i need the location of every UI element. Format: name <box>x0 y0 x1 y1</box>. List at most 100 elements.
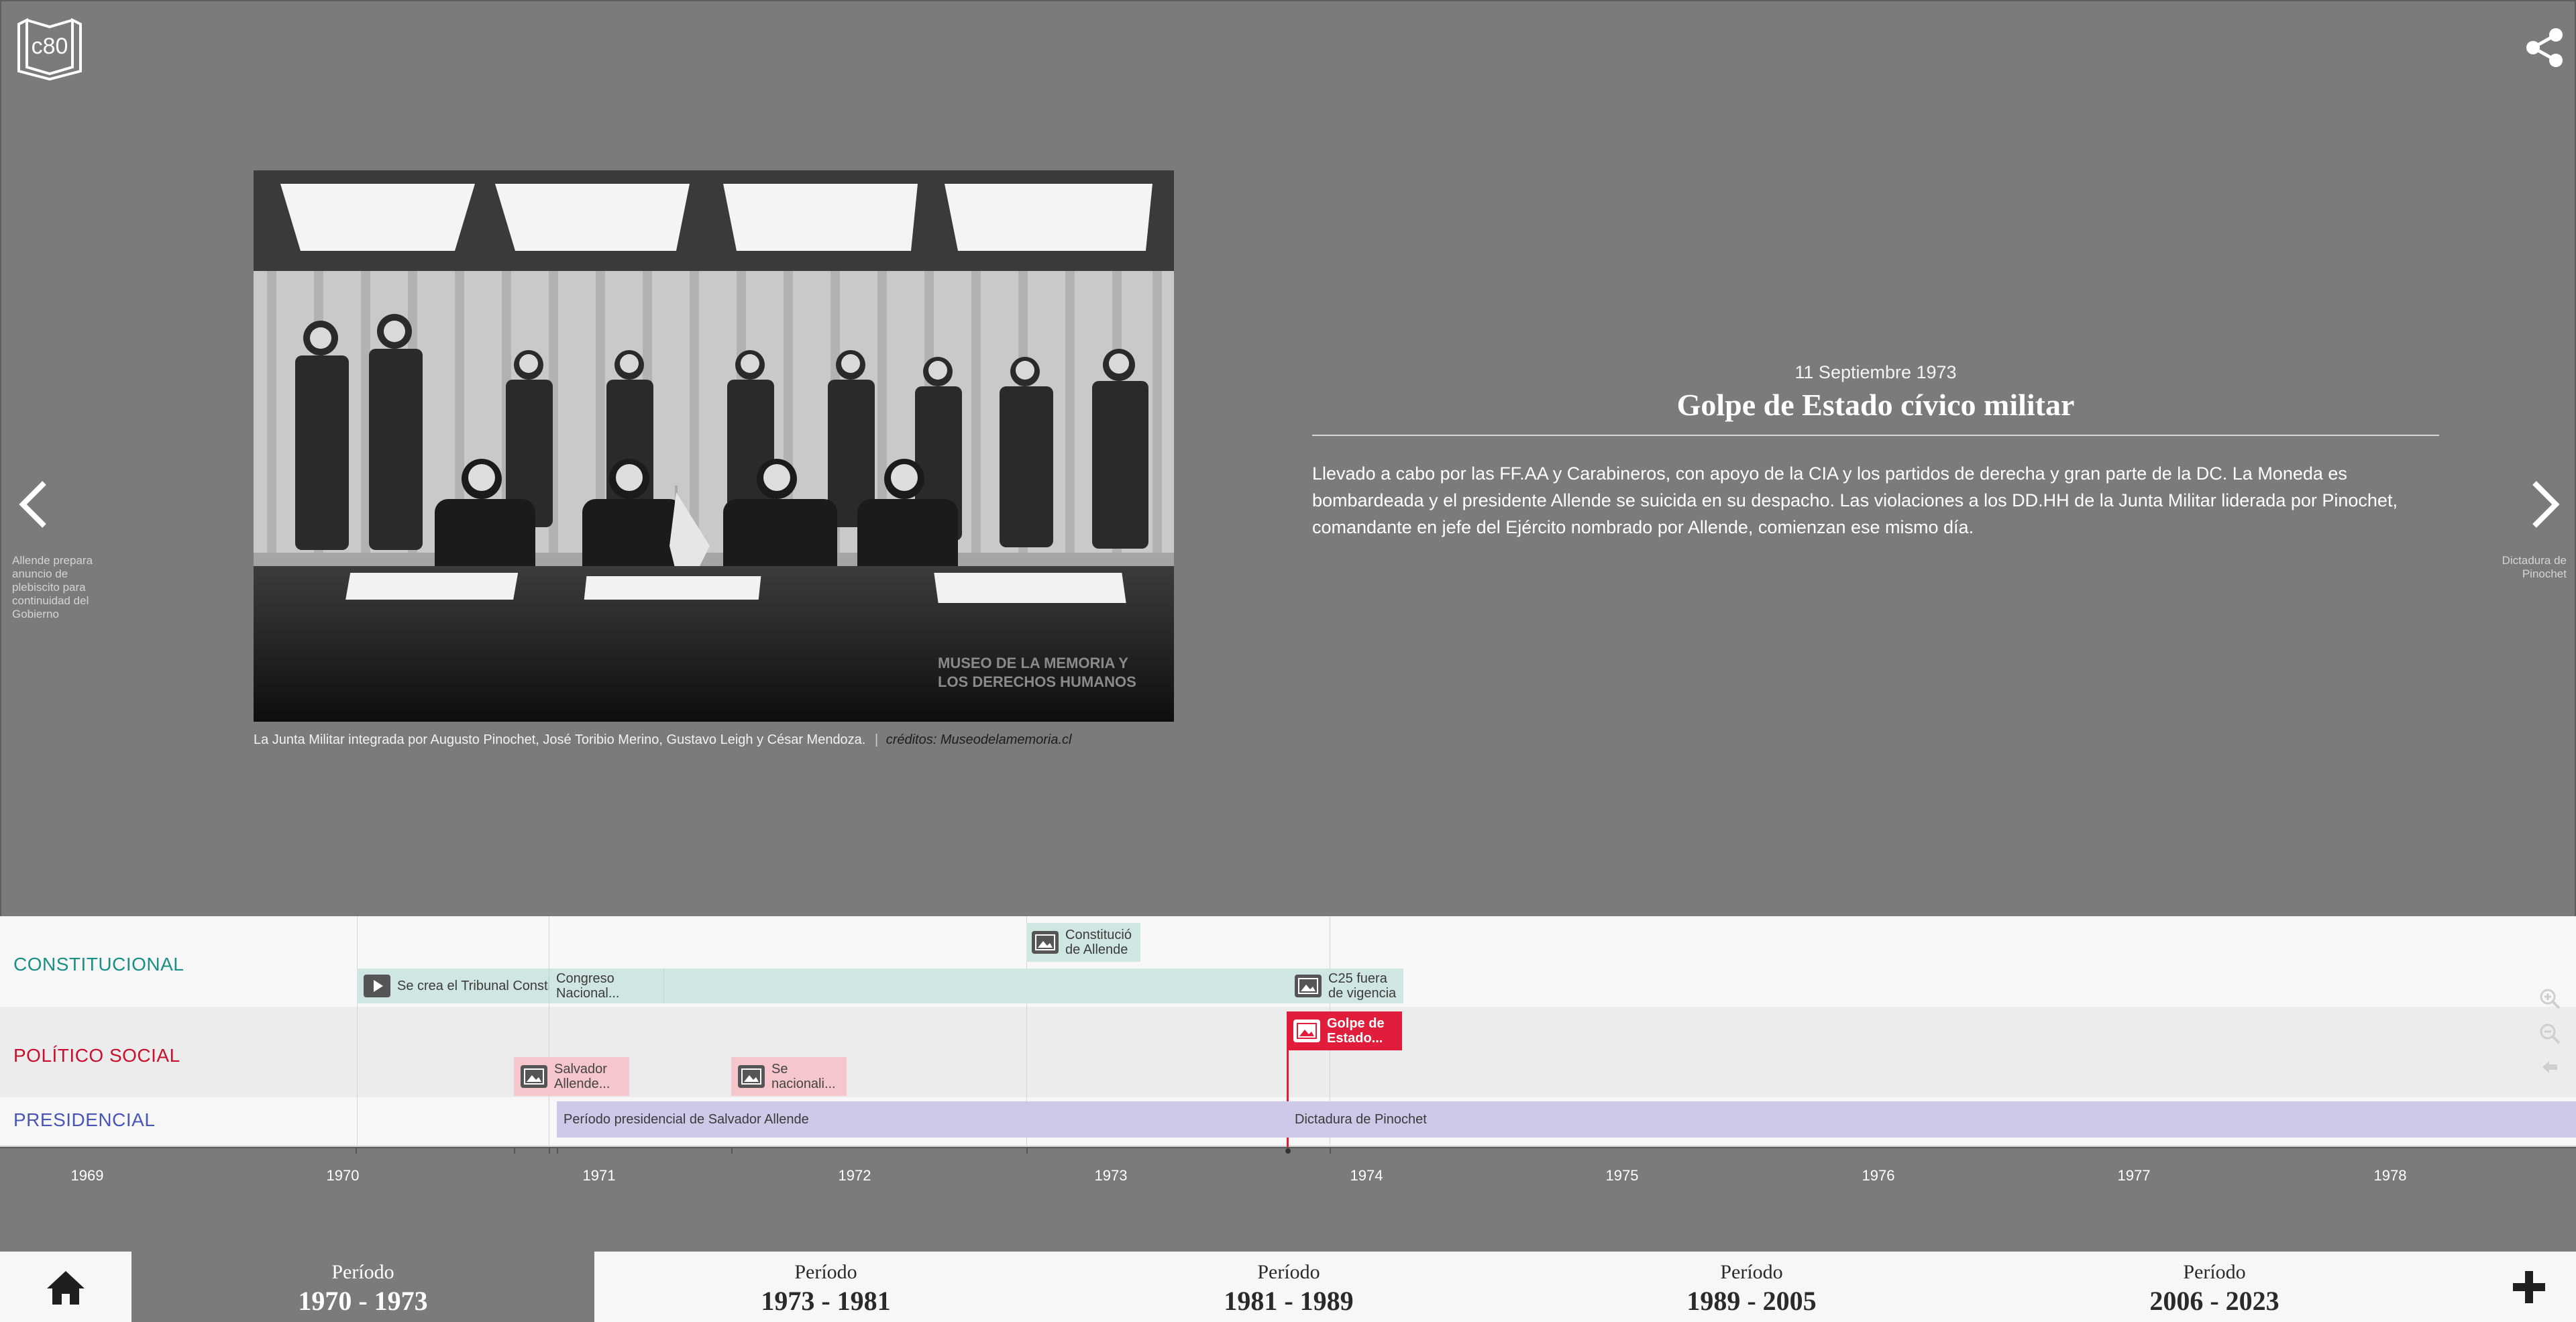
period-label: Período <box>794 1261 857 1283</box>
year-label: 1976 <box>1862 1167 1895 1184</box>
year-label: 1978 <box>2373 1167 2407 1184</box>
period-range: 2006 - 2023 <box>2149 1286 2279 1316</box>
event-title-line: Se <box>771 1062 788 1077</box>
event-title-line: Constitució <box>1065 928 1132 942</box>
image-icon <box>1293 1020 1320 1042</box>
home-button[interactable] <box>0 1252 131 1322</box>
credit-separator: | <box>874 732 879 747</box>
timeline-event-nacionalizacion[interactable]: Se nacionali... <box>731 1057 847 1096</box>
image-icon <box>738 1065 765 1088</box>
event-title-line: Estado... <box>1327 1031 1383 1046</box>
timeline-event-golpe-active[interactable]: Golpe de Estado... <box>1287 1011 1402 1050</box>
slide-stage: c80 Allende prepara anuncio de plebiscit… <box>0 0 2576 916</box>
zoom-out-button[interactable] <box>2536 1020 2564 1048</box>
prev-slide-label[interactable]: Allende prepara anuncio de plebiscito pa… <box>12 554 113 621</box>
event-title-line: Nacional... <box>556 986 620 1001</box>
period-navigation: Período 1970 - 1973 Período 1973 - 1981 … <box>0 1252 2576 1322</box>
period-label: Período <box>1720 1261 1783 1283</box>
play-icon <box>364 975 390 997</box>
year-label: 1971 <box>582 1167 616 1184</box>
share-icon[interactable] <box>2524 27 2565 68</box>
timeline-event-salvador-allende[interactable]: Salvador Allende... <box>514 1057 629 1096</box>
period-tab-1989-2005[interactable]: Período 1989 - 2005 <box>1520 1252 1983 1322</box>
period-label: Período <box>331 1261 394 1283</box>
title-divider <box>1312 435 2439 436</box>
axis-tick <box>356 1147 357 1154</box>
prev-slide-button[interactable] <box>11 471 58 538</box>
timeline-event-c25[interactable]: C25 fuera de vigencia <box>1288 969 1403 1003</box>
period-label: Período <box>2183 1261 2246 1283</box>
image-icon <box>521 1065 547 1088</box>
plus-icon <box>2513 1270 2545 1303</box>
event-title-line: Congreso <box>556 971 614 986</box>
event-title: Dictadura de Pinochet <box>1295 1112 1427 1127</box>
period-range: 1989 - 2005 <box>1686 1286 1817 1316</box>
timeline-event-tribunal[interactable]: Se crea el Tribunal Consti <box>357 969 1403 1003</box>
timeline: CONSTITUCIONAL POLÍTICO SOCIAL PRESIDENC… <box>0 916 2576 1147</box>
axis-tick <box>557 1147 558 1154</box>
watermark-line-1: MUSEO DE LA MEMORIA Y <box>938 655 1128 671</box>
group-label-presidencial: PRESIDENCIAL <box>13 1109 156 1130</box>
period-tab-1970-1973[interactable]: Período 1970 - 1973 <box>131 1252 594 1322</box>
period-tab-1981-1989[interactable]: Período 1981 - 1989 <box>1057 1252 1520 1322</box>
year-label: 1974 <box>1350 1167 1383 1184</box>
period-tab-2006-2023[interactable]: Período 2006 - 2023 <box>1983 1252 2446 1322</box>
next-slide-label[interactable]: Dictadura de Pinochet <box>2457 554 2567 581</box>
back-to-start-button[interactable] <box>2536 1053 2564 1081</box>
slide-text-block: 11 Septiembre 1973 Golpe de Estado cívic… <box>1312 362 2439 541</box>
slide-body: Llevado a cabo por las FF.AA y Carabiner… <box>1312 463 2398 537</box>
event-title-line: Salvador <box>554 1062 607 1077</box>
zoom-in-icon <box>2540 989 2561 1009</box>
event-title-line: Allende... <box>554 1077 610 1091</box>
back-icon <box>2542 1061 2557 1073</box>
chevron-right-icon <box>2532 481 2560 528</box>
image-icon <box>1032 931 1059 954</box>
c80-logo[interactable]: c80 <box>15 15 85 82</box>
chevron-left-icon <box>19 481 46 528</box>
period-range: 1981 - 1989 <box>1224 1286 1354 1316</box>
event-title-line: de vigencia <box>1328 986 1397 1001</box>
caption-text: La Junta Militar integrada por Augusto P… <box>254 732 866 747</box>
group-label-politico-social: POLÍTICO SOCIAL <box>13 1045 180 1066</box>
year-label: 1969 <box>70 1167 104 1184</box>
current-event-marker <box>1285 1148 1291 1154</box>
year-label: 1972 <box>838 1167 871 1184</box>
year-label: 1970 <box>326 1167 360 1184</box>
zoom-out-icon <box>2540 1024 2561 1044</box>
next-slide-button[interactable] <box>2521 471 2568 538</box>
axis-tick <box>1026 1147 1028 1154</box>
timeline-event-periodo-allende[interactable]: Período presidencial de Salvador Allende <box>557 1101 1291 1138</box>
axis-tick <box>514 1147 515 1154</box>
axis-tick <box>1330 1147 1331 1154</box>
timeline-event-dictadura[interactable]: Dictadura de Pinochet <box>1291 1101 2576 1138</box>
slide-date: 11 Septiembre 1973 <box>1794 362 1957 382</box>
year-label: 1973 <box>1094 1167 1128 1184</box>
event-title: Se crea el Tribunal Consti <box>397 979 551 993</box>
timeline-event-constitucion[interactable]: Constitució de Allende <box>1026 923 1140 962</box>
photo-credit: créditos: Museodelamemoria.cl <box>885 732 1072 747</box>
axis-tick <box>731 1147 733 1154</box>
more-periods-button[interactable] <box>2482 1252 2576 1322</box>
year-label: 1977 <box>2117 1167 2151 1184</box>
period-tab-1973-1981[interactable]: Período 1973 - 1981 <box>594 1252 1057 1322</box>
event-title-line: nacionali... <box>771 1077 836 1091</box>
home-icon <box>47 1270 85 1305</box>
group-label-constitucional: CONSTITUCIONAL <box>13 954 184 975</box>
event-title-line: de Allende <box>1065 942 1128 957</box>
watermark-line-2: LOS DERECHOS HUMANOS <box>938 673 1136 690</box>
slide-title: Golpe de Estado cívico militar <box>1676 388 2075 422</box>
slide-photo: MUSEO DE LA MEMORIA Y LOS DERECHOS HUMAN… <box>254 170 1174 722</box>
event-title: Período presidencial de Salvador Allende <box>564 1112 809 1127</box>
image-icon <box>1295 975 1322 997</box>
event-title-line: C25 fuera <box>1328 971 1387 986</box>
zoom-in-button[interactable] <box>2536 985 2564 1013</box>
period-range: 1973 - 1981 <box>761 1286 891 1316</box>
period-range: 1970 - 1973 <box>298 1286 428 1316</box>
event-title-line: Golpe de <box>1327 1016 1385 1031</box>
photo-caption: La Junta Militar integrada por Augusto P… <box>254 732 1260 748</box>
logo-text: c80 <box>31 34 68 59</box>
timeline-event-congreso[interactable]: Congreso Nacional... <box>549 969 664 1003</box>
year-label: 1975 <box>1605 1167 1639 1184</box>
year-gridline <box>357 916 358 1147</box>
axis-tick <box>549 1147 550 1154</box>
